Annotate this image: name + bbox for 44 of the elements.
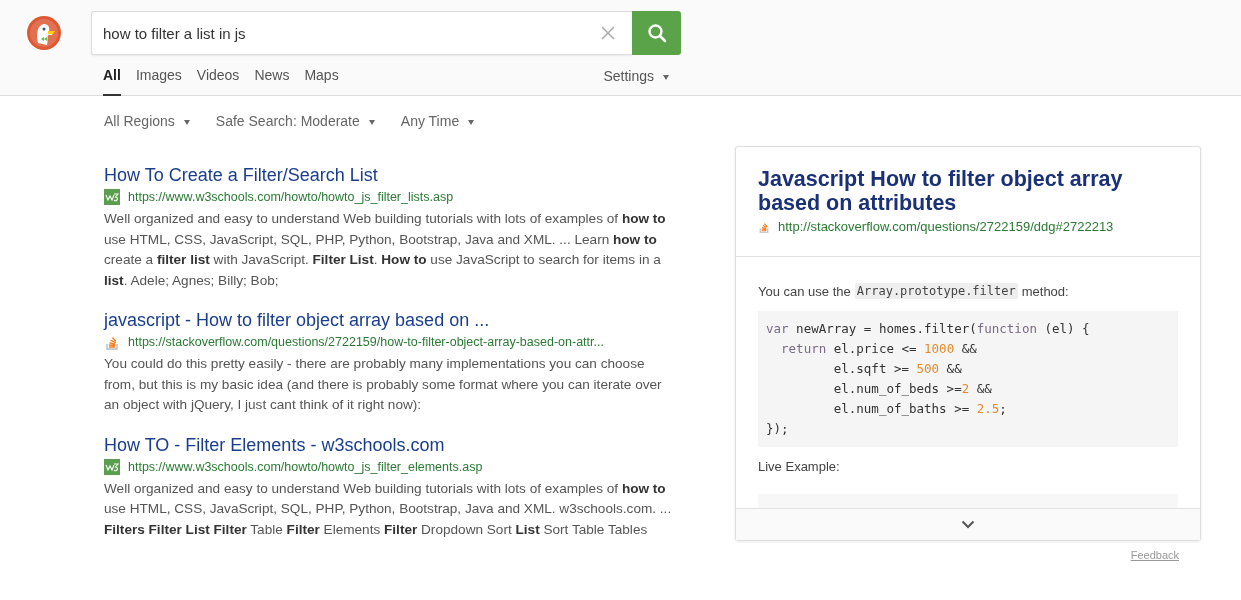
result-url-link[interactable]: https://stackoverflow.com/questions/2722159/how-to-filter-object-array-based-on-attr... xyxy=(128,335,604,349)
intro-text: You can use the xyxy=(758,283,851,299)
caret-icon xyxy=(183,119,190,125)
code-line: el.sqft >= 500 && xyxy=(832,360,963,378)
stack-favicon-icon xyxy=(104,334,120,350)
nav-tab[interactable]: News xyxy=(254,67,290,96)
result-snippet: Well organized and easy to understand Web building tutorials with lots of examples of how to use HTML, CSS, JavaScript, SQL, PHP, Python, Bootstrap, Java and XML. w3schools.com. ... Filters Filter List Filter Table Filter Elements Filter Dropdown Sort List Sort Table Tables xyxy=(104,479,673,539)
duck-logo-icon[interactable] xyxy=(26,15,62,51)
inline-code: Array.prototype.filter xyxy=(854,283,1018,299)
live-example-label: Live Example: xyxy=(758,459,841,474)
site-favicon-icon xyxy=(104,458,120,475)
answer-title-link[interactable]: Javascript How to filter object array based on attributes xyxy=(758,167,1178,215)
result-title-link[interactable]: javascript - How to filter object array based on ... xyxy=(104,309,679,331)
filter-dropdown[interactable]: Any Time xyxy=(400,113,475,146)
code-line: el.num_of_baths >= 2.5; xyxy=(832,400,1008,418)
code-line: }); xyxy=(766,420,790,438)
site-favicon-icon xyxy=(104,189,120,205)
result-snippet: Well organized and easy to understand Web building tutorials with lots of examples of how to use HTML, CSS, JavaScript, SQL, PHP, Python, Bootstrap, Java and XML. ... Learn how to create a filter list with JavaScript. Filter List. How to use JavaScript to search for items in a list. Adele; Agnes; Billy; Bob; xyxy=(104,210,667,290)
nav-tab[interactable]: All xyxy=(103,67,121,96)
result-title-link[interactable]: How TO - Filter Elements - w3schools.com xyxy=(104,433,679,456)
filter-dropdown[interactable]: All Regions xyxy=(104,113,190,146)
result-url-link[interactable]: https://www.w3schools.com/howto/howto_js_filter_lists.asp xyxy=(128,190,454,204)
search-icon xyxy=(646,23,667,43)
caret-icon xyxy=(663,74,669,80)
filter-dropdown[interactable]: Safe Search: Moderate xyxy=(215,113,375,146)
code-line: el.num_of_beds >=2 && xyxy=(832,380,993,398)
code-line: return el.price <= 1000 && xyxy=(780,340,978,358)
result-snippet: You could do this pretty easily - there are probably many implementations you can choose from, but this is my basic idea (and there is probably some format where you can iterate over an object with jQuery, I just cant think of it right now): xyxy=(104,355,663,414)
intro-text: method: xyxy=(1021,283,1069,299)
code-line: var newArray = homes.filter(function (el) { xyxy=(766,320,1091,338)
search-field[interactable]: how to filter a list in js xyxy=(91,11,632,55)
search-button[interactable] xyxy=(632,11,681,55)
close-icon[interactable] xyxy=(601,26,615,40)
result-title-link[interactable]: How To Create a Filter/Search List xyxy=(104,164,679,186)
chevron-down-icon xyxy=(961,520,975,529)
caret-icon xyxy=(368,119,375,125)
nav-tab[interactable]: Maps xyxy=(304,67,339,96)
settings-menu[interactable]: Settings xyxy=(603,68,669,96)
search-input[interactable]: how to filter a list in js xyxy=(92,23,601,43)
nav-tab[interactable]: Videos xyxy=(196,67,240,96)
result-url-link[interactable]: https://www.w3schools.com/howto/howto_js_filter_elements.asp xyxy=(128,459,483,474)
nav-tab[interactable]: Images xyxy=(135,67,182,96)
answer-url-link[interactable]: http://stackoverflow.com/questions/2722159/ddg#2722213 xyxy=(778,219,1114,234)
caret-icon xyxy=(468,119,475,125)
